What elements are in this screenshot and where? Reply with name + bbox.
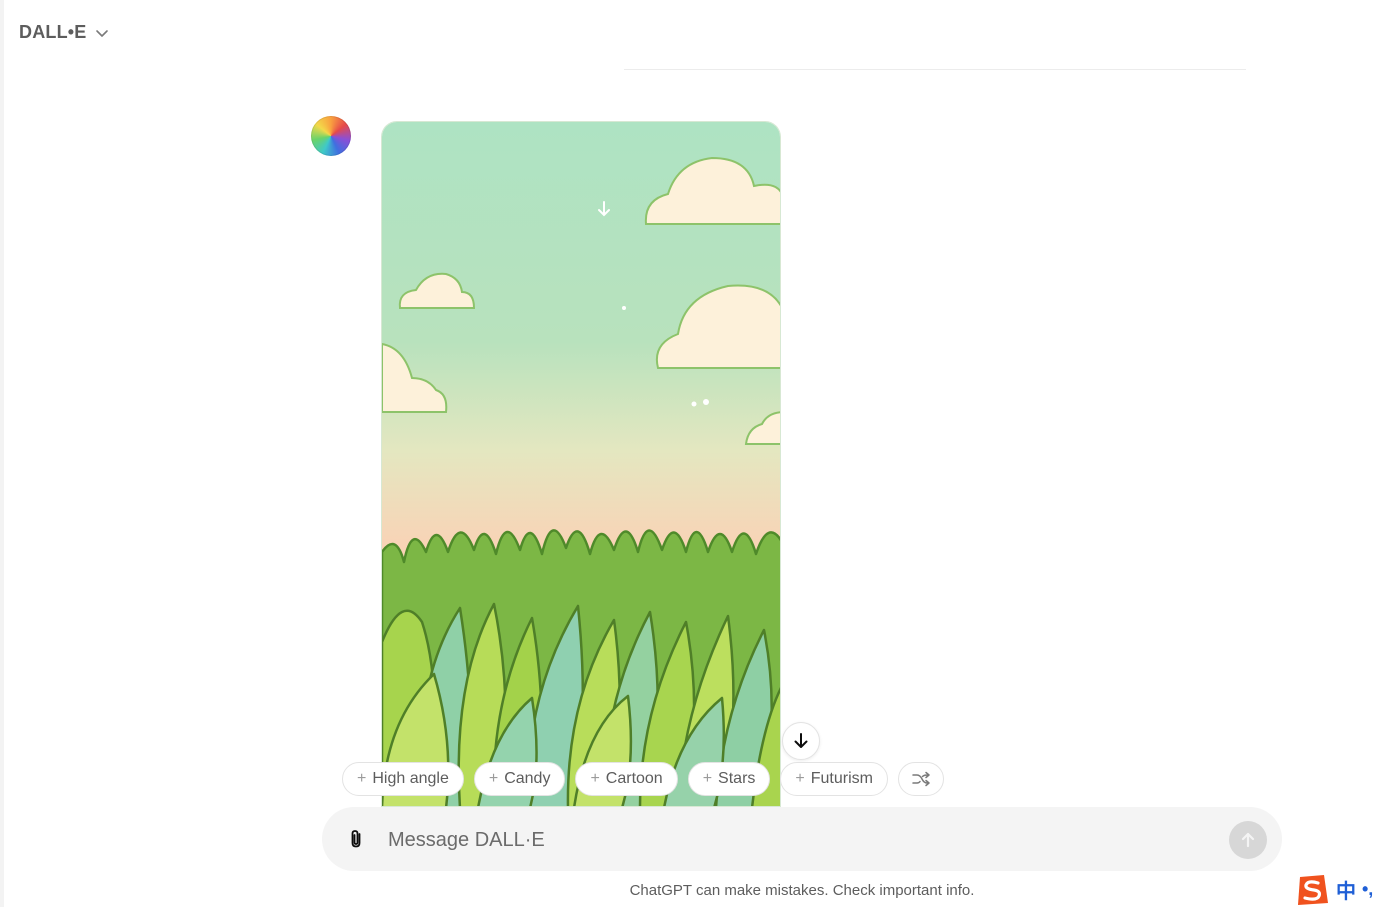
sidebar-edge xyxy=(0,0,4,907)
chip-label: Cartoon xyxy=(605,770,663,787)
message-composer xyxy=(322,807,1282,871)
dalle-avatar xyxy=(311,116,351,156)
style-chip-high-angle[interactable]: + High angle xyxy=(342,762,464,796)
shuffle-icon xyxy=(912,771,930,787)
style-chip-cartoon[interactable]: + Cartoon xyxy=(575,762,678,796)
ime-punctuation: •, xyxy=(1362,879,1374,899)
send-button[interactable] xyxy=(1229,821,1267,859)
shuffle-styles-button[interactable] xyxy=(897,762,944,796)
plus-icon: + xyxy=(357,770,367,787)
message-input[interactable] xyxy=(386,819,1210,861)
chip-label: Futurism xyxy=(810,770,873,787)
divider xyxy=(624,69,1246,70)
ime-toolbar[interactable]: 中 •, xyxy=(1294,872,1395,907)
scroll-to-bottom-button[interactable] xyxy=(782,722,820,760)
chip-label: Candy xyxy=(504,770,551,787)
plus-icon: + xyxy=(488,770,499,787)
chip-label: High angle xyxy=(372,770,449,787)
paperclip-icon[interactable] xyxy=(344,827,368,851)
style-chip-candy[interactable]: + Candy xyxy=(473,762,566,796)
style-chip-futurism[interactable]: + Futurism xyxy=(780,762,888,796)
generated-image[interactable] xyxy=(381,121,781,807)
model-title: DALL•E xyxy=(19,22,87,42)
style-suggestions: + High angle + Candy + Cartoon + Stars +… xyxy=(342,762,944,798)
sogou-s-logo xyxy=(1298,874,1328,905)
plus-icon: + xyxy=(590,770,600,787)
plus-icon: + xyxy=(702,770,713,787)
ime-language: 中 xyxy=(1336,881,1356,903)
chip-label: Stars xyxy=(718,770,756,787)
style-chip-stars[interactable]: + Stars xyxy=(687,762,771,796)
disclaimer-text: ChatGPT can make mistakes. Check importa… xyxy=(629,882,975,899)
plus-icon: + xyxy=(795,770,805,787)
chevron-down-icon xyxy=(95,29,108,37)
arrow-up-icon xyxy=(1241,832,1255,848)
model-selector[interactable]: DALL•E xyxy=(19,22,109,43)
arrow-down-icon xyxy=(794,733,808,748)
